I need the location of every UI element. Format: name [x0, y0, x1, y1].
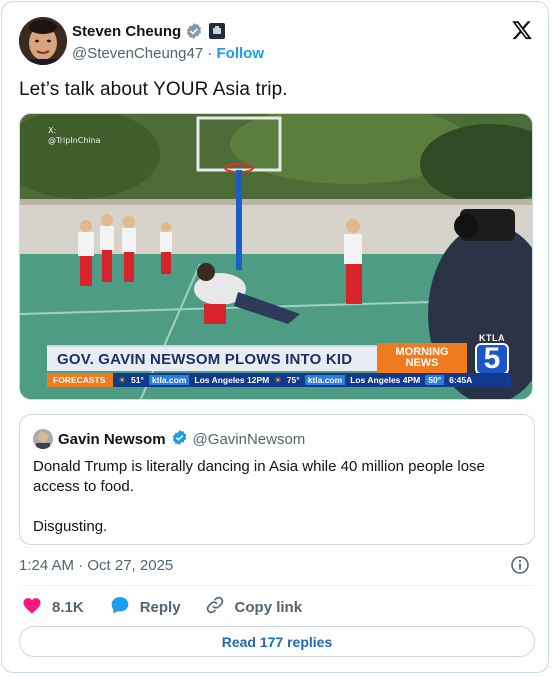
tweet-card: Steven Cheung @StevenCheung47 · Follow L… [1, 1, 549, 673]
author-name[interactable]: Steven Cheung [72, 23, 181, 40]
news-chyron: GOV. GAVIN NEWSOM PLOWS INTO KID [47, 345, 377, 371]
author-name-row: Steven Cheung [72, 22, 226, 40]
like-count: 8.1K [52, 598, 84, 616]
quoted-author-avatar [33, 429, 53, 449]
tweet-text: Let’s talk about YOUR Asia trip. [19, 79, 288, 100]
reply-button[interactable]: Reply [110, 595, 181, 619]
morning-news-badge: MORNING NEWS [377, 343, 467, 373]
reply-label: Reply [139, 598, 181, 616]
action-bar: 8.1K Reply Copy link [22, 595, 302, 619]
news-ticker: FORECASTS ☀ 51° ktla.com Los Angeles 12P… [47, 373, 511, 387]
station-logo: KTLA 5 [475, 333, 509, 375]
author-handle[interactable]: @StevenCheung47 [72, 45, 203, 62]
affiliate-badge-icon[interactable] [209, 23, 226, 39]
quoted-name-row: Gavin Newsom @GavinNewsom [58, 429, 305, 450]
read-replies-button[interactable]: Read 177 replies [19, 626, 535, 657]
video-watermark: X: @TripInChina [48, 126, 101, 145]
x-logo-icon[interactable] [511, 19, 533, 41]
like-button[interactable]: 8.1K [22, 596, 84, 618]
follow-button[interactable]: Follow [217, 45, 265, 62]
quoted-tweet-text: Donald Trump is literally dancing in Asi… [33, 458, 485, 535]
author-avatar[interactable] [19, 17, 67, 65]
verified-badge-icon [185, 22, 203, 40]
sun-icon: ☀ [118, 374, 127, 385]
sun-icon: ☀ [274, 374, 282, 385]
reply-bubble-icon [110, 595, 130, 619]
info-icon[interactable] [510, 555, 530, 575]
quoted-author-name: Gavin Newsom [58, 431, 166, 448]
quoted-tweet[interactable]: Gavin Newsom @GavinNewsom Donald Trump i… [19, 414, 535, 545]
copy-link-button[interactable]: Copy link [205, 595, 303, 619]
link-icon [205, 595, 225, 619]
handle-separator: · [207, 45, 213, 62]
heart-icon [22, 596, 42, 618]
ticker-forecasts: FORECASTS [47, 373, 114, 387]
verified-badge-icon [171, 429, 188, 450]
tweet-timestamp[interactable]: 1:24 AM · Oct 27, 2025 [19, 557, 173, 574]
divider [19, 585, 535, 586]
quoted-author-handle: @GavinNewsom [192, 431, 306, 448]
author-handle-row: @StevenCheung47 · Follow [72, 45, 264, 62]
tweet-video[interactable]: X: @TripInChina GOV. GAVIN NEWSOM PLOWS … [19, 113, 533, 400]
copy-link-label: Copy link [234, 598, 303, 616]
